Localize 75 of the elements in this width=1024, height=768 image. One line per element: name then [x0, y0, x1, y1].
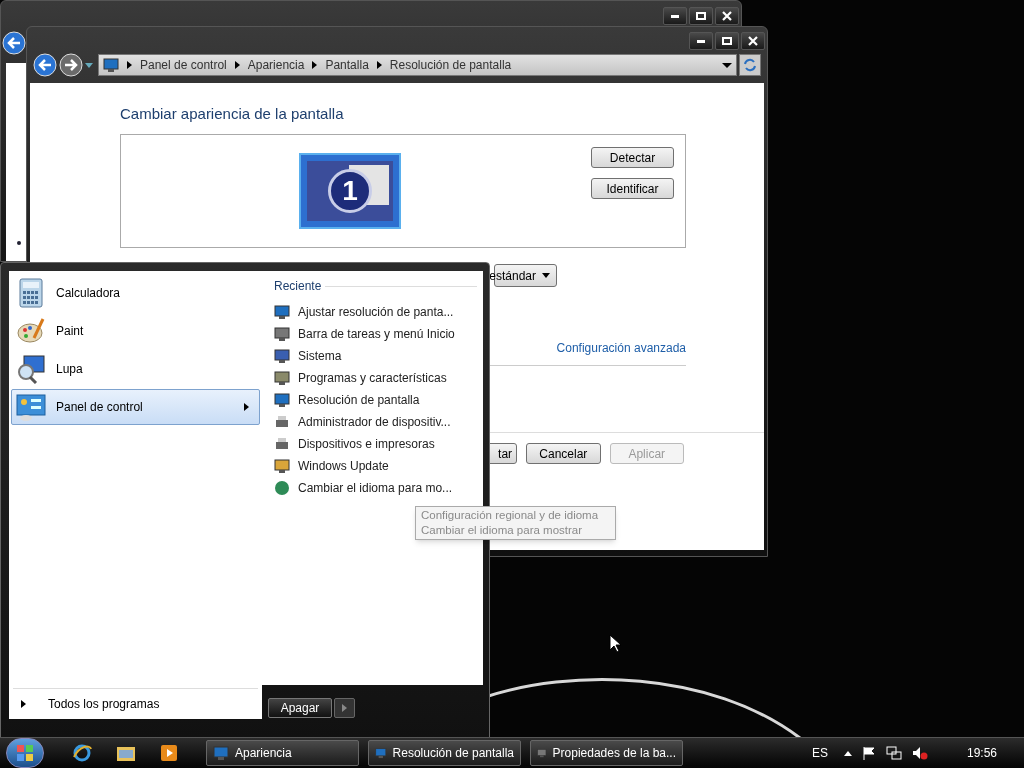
breadcrumb-item[interactable]: Panel de control [140, 56, 227, 74]
breadcrumb-item[interactable]: Pantalla [325, 56, 369, 74]
network-icon[interactable] [886, 746, 902, 760]
taskbar-button[interactable]: Resolución de pantalla [368, 740, 521, 766]
folder-icon[interactable] [116, 744, 136, 762]
maximize-button[interactable] [689, 7, 713, 25]
recent-item[interactable]: Programas y características [274, 367, 477, 389]
program-item[interactable]: Panel de control [11, 389, 260, 425]
monitor-icon [375, 745, 387, 761]
globe-icon [274, 480, 290, 496]
submenu-arrow-icon [244, 403, 249, 411]
panel-button[interactable]: Identificar [591, 178, 674, 199]
monitor-icon [274, 348, 290, 364]
monitor-icon [213, 745, 229, 761]
close-icon [722, 11, 732, 21]
program-item[interactable]: Calculadora [11, 275, 260, 311]
printer-icon [274, 414, 290, 430]
address-bar[interactable]: Panel de control Apariencia Pantalla Resolución de pantalla [98, 54, 737, 76]
show-hidden-icon[interactable] [844, 750, 852, 756]
minimize-button[interactable] [663, 7, 687, 25]
caret-icon [542, 273, 550, 278]
shutdown-button[interactable]: Apagar [268, 698, 332, 718]
advanced-settings-link[interactable]: Configuración avanzada [556, 339, 686, 357]
program-item[interactable]: Paint [11, 313, 260, 349]
recent-item[interactable]: Barra de tareas y menú Inicio [274, 323, 477, 345]
panel-button[interactable]: Detectar [591, 147, 674, 168]
monitor-drawing[interactable]: 1 [299, 153, 401, 229]
monitor-icon [103, 57, 119, 73]
recent-item[interactable]: Ajustar resolución de panta... [274, 301, 477, 323]
all-programs-item[interactable]: Todos los programas [9, 689, 262, 719]
minimize-button[interactable] [689, 32, 713, 50]
palette-icon [16, 316, 46, 346]
printer-icon [274, 436, 290, 452]
recent-item[interactable]: Cambiar el idioma para mo... [274, 477, 477, 499]
program-item[interactable]: Lupa [11, 351, 260, 387]
close-button[interactable] [741, 32, 765, 50]
bullet-icon [17, 241, 21, 245]
chevron-icon [234, 61, 240, 69]
recent-item[interactable]: Administrador de dispositiv... [274, 411, 477, 433]
arrow-icon [342, 704, 347, 712]
page-heading: Cambiar apariencia de la pantalla [120, 104, 345, 124]
close-button[interactable] [715, 7, 739, 25]
chevron-icon [376, 61, 382, 69]
recent-item[interactable]: Sistema [274, 345, 477, 367]
dropdown-caret-icon[interactable] [722, 62, 732, 68]
taskbar-button[interactable]: Propiedades de la ba... [530, 740, 683, 766]
taskbar-button[interactable]: Apariencia [206, 740, 359, 766]
arrow-icon [21, 700, 26, 708]
refresh-icon [743, 58, 757, 72]
muted-speaker-icon[interactable] [912, 746, 928, 760]
tooltip: Configuración regional y de idioma Cambiar el idioma para mostrar [415, 506, 616, 540]
start-button[interactable] [6, 738, 44, 768]
clock[interactable]: 19:56 [967, 744, 998, 762]
mouse-cursor-icon [609, 634, 621, 653]
breadcrumb-item[interactable]: Apariencia [247, 56, 305, 74]
shutdown-options-button[interactable] [334, 698, 355, 718]
monitor-icon [274, 392, 290, 408]
chevron-icon [312, 61, 318, 69]
recent-item[interactable]: Resolución de pantalla [274, 389, 477, 411]
monitor-icon [274, 304, 290, 320]
browser-icon[interactable] [72, 743, 92, 763]
maximize-button[interactable] [715, 32, 739, 50]
chevron-icon [127, 61, 132, 69]
section-heading: Reciente [274, 278, 322, 295]
language-indicator[interactable]: ES [812, 744, 828, 762]
close-icon [748, 36, 758, 46]
flag-icon[interactable] [862, 746, 876, 760]
caret-icon[interactable] [85, 62, 93, 68]
media-player-icon[interactable] [160, 744, 178, 762]
windows-logo-icon [17, 745, 33, 761]
magnifier-icon [16, 354, 46, 384]
dialog-button[interactable]: Cancelar [526, 443, 601, 464]
breadcrumb-item[interactable]: Resolución de pantalla [389, 56, 512, 74]
calculator-icon [16, 278, 46, 308]
control-panel-icon [16, 392, 46, 422]
